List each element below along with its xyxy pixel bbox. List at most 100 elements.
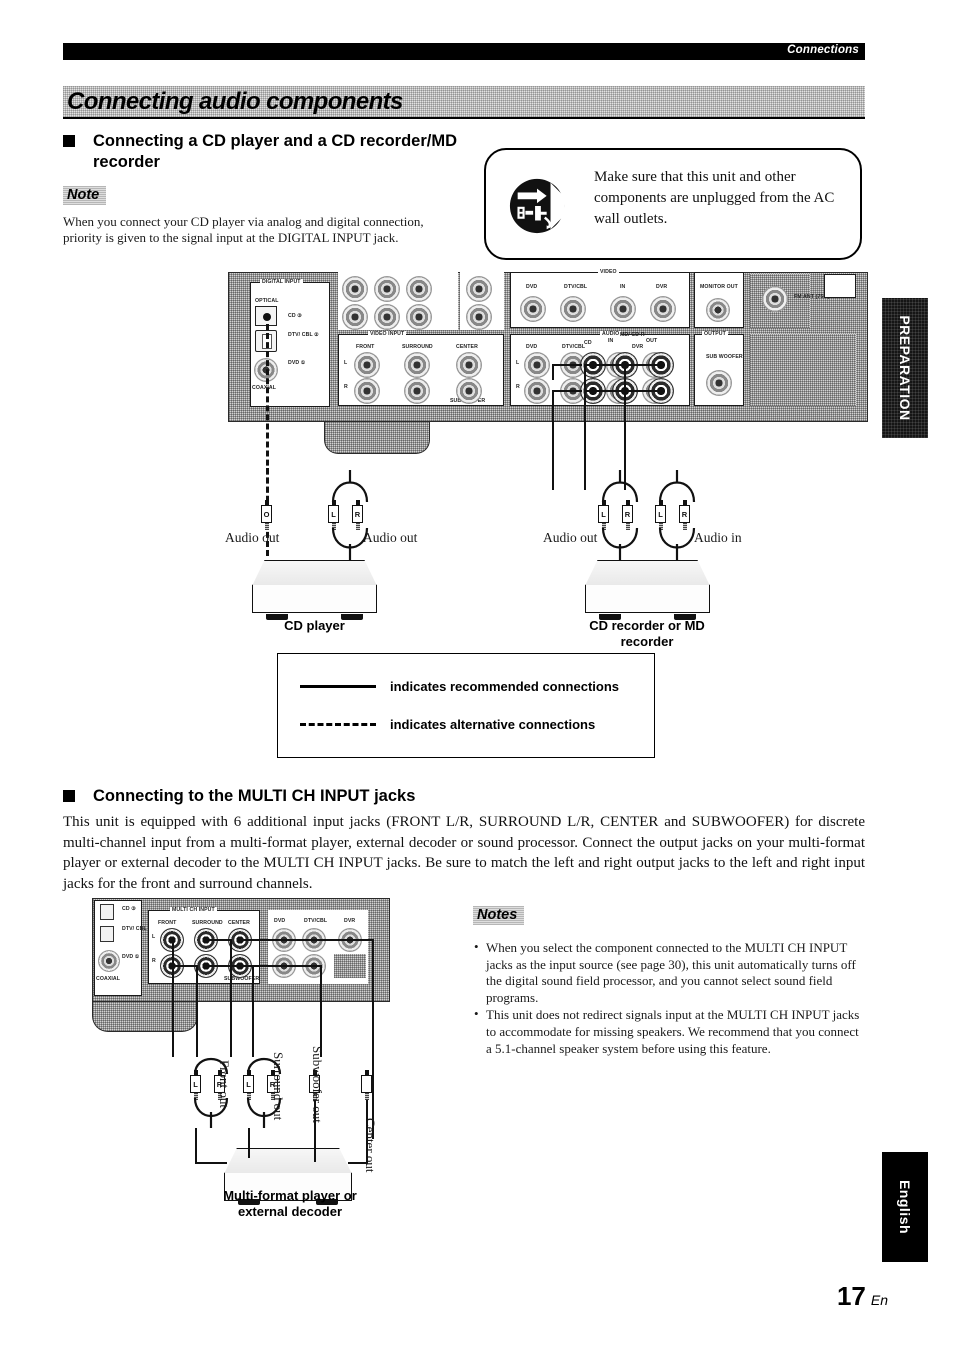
digital-cd-label: CD ③: [288, 313, 302, 319]
digital-input-label: DIGITAL INPUT: [260, 279, 303, 285]
rec-audio-out-label: Audio out: [543, 530, 598, 545]
note-body-text: When you connect your CD player via anal…: [63, 214, 424, 246]
video-dvd-label: DVD: [526, 284, 538, 290]
digital-cd-label-2: CD ③: [122, 906, 136, 912]
video-out-jack: [650, 296, 676, 322]
video-jack: [374, 304, 400, 330]
rear-panel-foot: [324, 422, 430, 454]
audio-dtv-cbl-label: DTV/CBL: [562, 344, 586, 350]
optical-dashed-cable-lower: [266, 468, 269, 502]
subsection-heading-cd-label: Connecting a CD player and a CD recorder…: [93, 132, 457, 171]
video-dtv-cbl-label: DTV/CBL: [564, 284, 588, 290]
optical-label: OPTICAL: [255, 298, 279, 304]
legend-alternative-label: indicates alternative connections: [390, 717, 596, 732]
video-jack: [466, 304, 492, 330]
md-cdr-label: MD/ CD-R: [620, 332, 645, 338]
surround-cable-r: [252, 965, 254, 1057]
audio-out-label: OUT: [646, 338, 658, 344]
cd-recorder-device-top: [585, 560, 710, 586]
optical-plug-label: O: [261, 505, 272, 523]
rear-vent-area-2: [750, 334, 856, 406]
monitor-out-label: MONITOR OUT: [700, 284, 738, 290]
optical-jack-dtv-2: [100, 926, 114, 942]
front-plug-upper-loop: [193, 1058, 229, 1074]
monitor-out-jack: [706, 298, 730, 322]
video-dvr-label: DVR: [656, 284, 668, 290]
rec-out-plug-l-label: L: [598, 505, 609, 523]
audio-l-label: L: [516, 360, 520, 366]
optical-plug: O: [260, 500, 273, 530]
surround-plug-l-label: L: [243, 1075, 254, 1093]
audio-jack: [524, 352, 550, 378]
coaxial-jack-dvd-2: [98, 950, 120, 972]
rec-audio-in-label: Audio in: [694, 530, 742, 545]
video-jack: [374, 276, 400, 302]
subsection-heading-cd: Connecting a CD player and a CD recorder…: [63, 131, 463, 173]
notes-tag-wrap: Notes: [473, 906, 524, 925]
dashed-line-sample-icon: [300, 723, 376, 726]
cd-recorder-label: CD recorder or MD recorder: [589, 618, 705, 649]
surround-out-label: Surround out: [271, 1052, 286, 1121]
right-jack-cluster: DVD DTV/CBL DVR: [268, 910, 368, 984]
side-tab-preparation[interactable]: PREPARATION: [882, 298, 928, 438]
digital-dvd-label: DVD ①: [288, 360, 306, 366]
video-jack: [406, 276, 432, 302]
center-plug: [360, 1070, 373, 1100]
multi-format-player-label-line2: external decoder: [237, 1204, 343, 1219]
note-tag-wrap: Note: [63, 186, 106, 205]
audio-dvr-label: DVR: [632, 344, 644, 350]
unplug-power-cord-icon: [509, 178, 565, 234]
notes-tag: Notes: [473, 906, 524, 925]
video-jack: [342, 276, 368, 302]
side-tab-english-label: English: [897, 1179, 913, 1235]
surround-cable-l: [230, 939, 232, 1057]
cd-player-device-front: [252, 585, 377, 613]
audio-cd-label: CD: [584, 340, 592, 346]
rec-out-plug-r-label: R: [622, 505, 633, 523]
rear-panel-foot-2: [92, 1002, 198, 1032]
right-dtv-label: DTV/CBL: [304, 918, 328, 924]
subwoofer-cable: [320, 965, 322, 1057]
page-number: 17: [836, 1281, 866, 1311]
front-cable-r: [196, 965, 198, 1057]
running-header-bar: Connections: [63, 43, 865, 60]
video-input-l-label: L: [344, 360, 348, 366]
coaxial-label: COAXIAL: [252, 385, 277, 391]
video-jacks-top: [338, 272, 458, 330]
unplug-warning-box: Make sure that this unit and other compo…: [484, 148, 862, 260]
right-dvr-label: DVR: [344, 918, 356, 924]
cd-audio-cable: [552, 390, 554, 490]
multi-format-player-caption: Multi-format player or external decoder: [170, 1188, 410, 1220]
antenna-jack: [762, 286, 788, 312]
audio-dvd-label: DVD: [526, 344, 538, 350]
surround-plug-l: L: [242, 1070, 255, 1100]
video-out-jack: [560, 296, 586, 322]
front-plug-l-label: L: [190, 1075, 201, 1093]
connection-legend-box: indicates recommended connections indica…: [277, 653, 655, 758]
front-out-label: Front out: [217, 1060, 232, 1109]
multich-notes-list: When you select the component connected …: [473, 939, 865, 1058]
multi-format-player-label-line1: Multi-format player or: [223, 1188, 357, 1203]
legend-row-recommended: indicates recommended connections: [300, 679, 619, 694]
subsection-heading-multich-label: Connecting to the MULTI CH INPUT jacks: [93, 787, 416, 805]
video-input-r-label: R: [344, 384, 348, 390]
front-label: FRONT: [356, 344, 375, 350]
video-jack: [406, 304, 432, 330]
cd-audio-out-left-label: Audio out: [225, 530, 280, 545]
rec-in-upper-loop: [658, 470, 696, 502]
cd-recorder-device: CD recorder or MD recorder: [585, 560, 710, 649]
black-square-bullet-icon: [63, 135, 75, 147]
rear-panel-diagram-cd: DIGITAL INPUT OPTICAL COAXIAL CD ③ DTV/ …: [228, 269, 868, 556]
optical-jack-cd: [255, 306, 277, 326]
video-input-jack: [456, 352, 482, 378]
video-input-jack: [456, 378, 482, 404]
rec-in-plug-l: L: [654, 500, 667, 530]
video-jack: [342, 304, 368, 330]
subwoofer-out-label: Subwoofer out: [310, 1046, 325, 1123]
video-out-jack: [520, 296, 546, 322]
page-number-block: 17 En: [837, 1281, 888, 1312]
video-out-jack: [610, 296, 636, 322]
terminal-block: [824, 274, 856, 298]
side-tab-english[interactable]: English: [882, 1152, 928, 1262]
right-dvd-label: DVD: [274, 918, 286, 924]
